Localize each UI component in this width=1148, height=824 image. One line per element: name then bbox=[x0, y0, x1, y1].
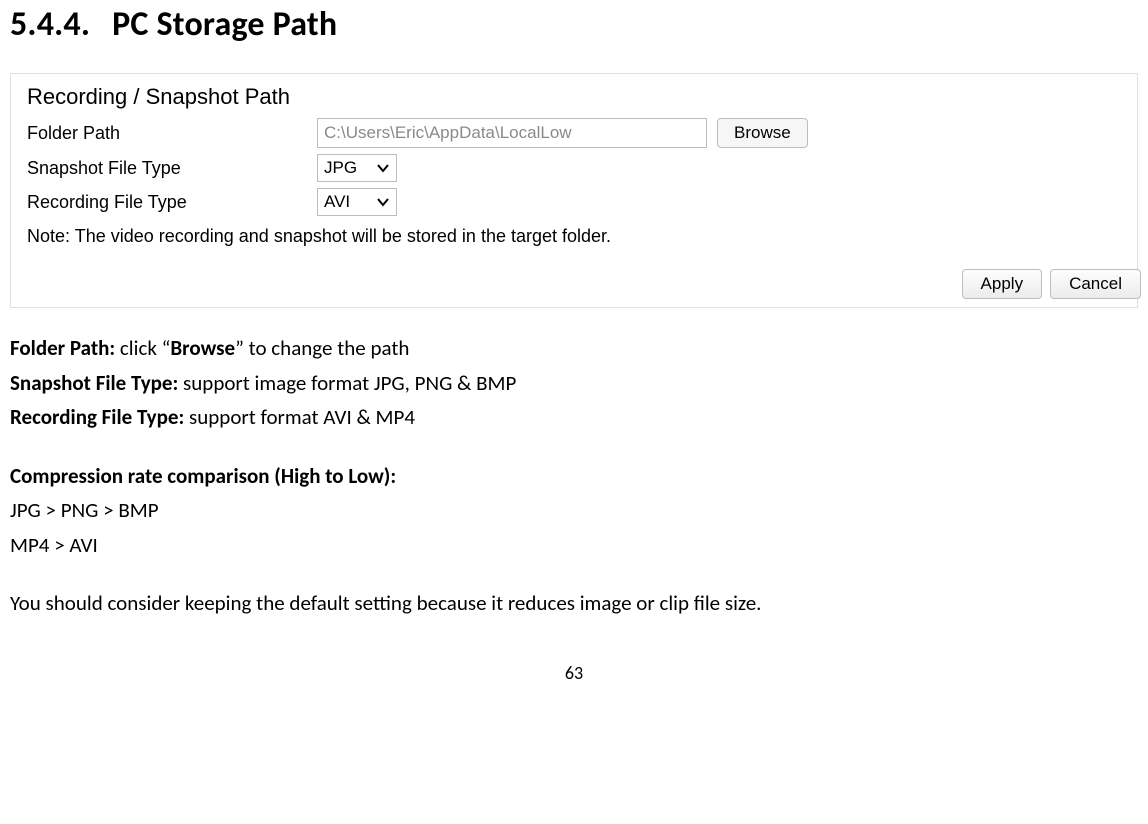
section-title: PC Storage Path bbox=[112, 4, 337, 45]
desc-folder-pre: click “ bbox=[115, 335, 170, 361]
desc-folder-post: ” to change the path bbox=[235, 335, 409, 361]
apply-button[interactable]: Apply bbox=[962, 269, 1043, 299]
chevron-down-icon bbox=[376, 197, 390, 207]
desc-folder-browse: Browse bbox=[170, 335, 235, 361]
panel-note: Note: The video recording and snapshot w… bbox=[27, 226, 1121, 247]
desc-snapshot-text: support image format JPG, PNG & BMP bbox=[178, 370, 516, 396]
snapshot-type-select[interactable]: JPG bbox=[317, 154, 397, 182]
page-number: 63 bbox=[10, 662, 1138, 684]
recording-type-row: Recording File Type AVI bbox=[27, 188, 1121, 216]
cancel-button[interactable]: Cancel bbox=[1050, 269, 1141, 299]
panel-legend: Recording / Snapshot Path bbox=[27, 84, 1121, 110]
settings-panel: Recording / Snapshot Path Folder Path Br… bbox=[10, 73, 1138, 308]
compression-vid-line: MP4 > AVI bbox=[10, 529, 1138, 562]
snapshot-type-row: Snapshot File Type JPG bbox=[27, 154, 1121, 182]
desc-snapshot-label: Snapshot File Type: bbox=[10, 370, 178, 396]
recording-type-label: Recording File Type bbox=[27, 192, 317, 213]
panel-actions: Apply Cancel bbox=[962, 269, 1141, 299]
snapshot-type-value: JPG bbox=[324, 158, 357, 178]
compression-img-line: JPG > PNG > BMP bbox=[10, 494, 1138, 527]
desc-recording-label: Recording File Type: bbox=[10, 404, 184, 430]
desc-folder-label: Folder Path: bbox=[10, 335, 115, 361]
recording-type-select[interactable]: AVI bbox=[317, 188, 397, 216]
desc-snapshot-type: Snapshot File Type: support image format… bbox=[10, 367, 1138, 400]
browse-button[interactable]: Browse bbox=[717, 118, 808, 148]
folder-path-label: Folder Path bbox=[27, 123, 317, 144]
desc-recording-text: support format AVI & MP4 bbox=[184, 404, 415, 430]
compression-heading: Compression rate comparison (High to Low… bbox=[10, 460, 1138, 493]
section-number: 5.4.4. bbox=[10, 4, 90, 45]
desc-folder-path: Folder Path: click “Browse” to change th… bbox=[10, 332, 1138, 365]
advice-text: You should consider keeping the default … bbox=[10, 587, 1138, 620]
folder-path-input[interactable] bbox=[317, 118, 707, 148]
recording-type-value: AVI bbox=[324, 192, 350, 212]
section-heading: 5.4.4. PC Storage Path bbox=[10, 4, 1138, 45]
folder-path-row: Folder Path Browse bbox=[27, 118, 1121, 148]
snapshot-type-label: Snapshot File Type bbox=[27, 158, 317, 179]
chevron-down-icon bbox=[376, 163, 390, 173]
description-body: Folder Path: click “Browse” to change th… bbox=[10, 332, 1138, 620]
desc-recording-type: Recording File Type: support format AVI … bbox=[10, 401, 1138, 434]
